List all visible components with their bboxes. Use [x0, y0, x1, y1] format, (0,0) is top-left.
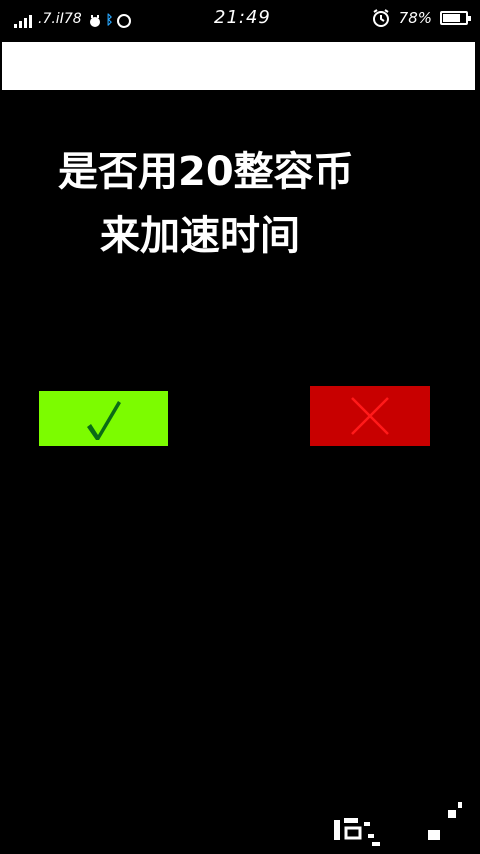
watermark-logo-icon — [334, 802, 462, 846]
close-x-icon — [351, 397, 389, 435]
disc-icon — [117, 14, 132, 28]
confirm-button[interactable] — [39, 391, 168, 446]
notification-icons: ᛒ — [88, 14, 132, 28]
checkmark-icon — [86, 400, 121, 440]
battery-fill — [443, 14, 460, 22]
network-indicator-text: .7.iI78 — [38, 11, 82, 27]
status-bar: .7.iI78 ᛒ 21:49 78% — [0, 0, 480, 36]
battery-percent: 78% — [398, 9, 432, 27]
dialog-message-line-1: 是否用20整容币 — [58, 149, 354, 195]
bluetooth-icon: ᛒ — [105, 13, 114, 28]
status-right-group: 78% — [371, 8, 471, 28]
title-bar — [2, 42, 475, 90]
alarm-clock-icon — [371, 8, 391, 28]
cancel-button[interactable] — [310, 386, 430, 446]
status-clock: 21:49 — [214, 7, 271, 28]
dialog-message-line-2: 来加速时间 — [100, 213, 300, 259]
battery-icon — [440, 11, 471, 25]
signal-strength-icon — [14, 12, 32, 28]
status-left-group: .7.iI78 ᛒ — [14, 8, 132, 28]
android-notification-icon — [89, 15, 100, 27]
